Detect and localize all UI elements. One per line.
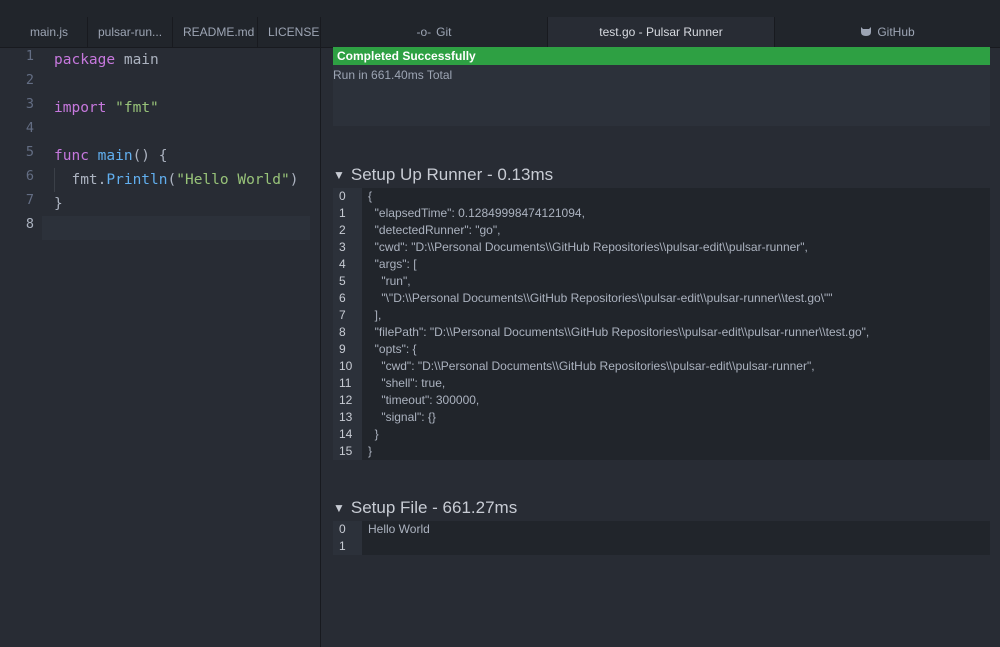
tab-readme[interactable]: README.md [173, 17, 258, 47]
run-status-panel: Completed Successfully Run in 661.40ms T… [333, 47, 990, 126]
collapse-triangle-icon: ▼ [333, 168, 345, 182]
total-runtime: Run in 661.40ms Total [333, 68, 453, 82]
tab-github[interactable]: GitHub [775, 17, 1000, 47]
line-number: 7 [25, 192, 34, 208]
line-number-active: 8 [25, 216, 34, 232]
octocat-icon [860, 17, 872, 47]
line-number: 4 [25, 120, 34, 136]
editor-tab-bar: main.js pulsar-run... README.md LICENSE.… [0, 17, 320, 48]
status-badge: Completed Successfully [333, 47, 990, 65]
tab-pulsar-runner-output[interactable]: test.go - Pulsar Runner [548, 17, 775, 47]
runner-tab-bar: -o- Git test.go - Pulsar Runner GitHub [321, 17, 1000, 48]
section-header-file[interactable]: ▼ Setup File - 661.27ms [333, 498, 517, 518]
line-number: 6 [25, 168, 34, 184]
cursor-line-highlight [42, 216, 310, 240]
tab-git[interactable]: -o- Git [321, 17, 548, 47]
code-line: func main() { [54, 148, 168, 164]
tab-main-js[interactable]: main.js [0, 17, 88, 47]
line-number: 2 [25, 72, 34, 88]
code-line: } [54, 196, 63, 212]
line-number: 1 [25, 48, 34, 64]
git-commit-icon: -o- [416, 25, 432, 39]
runner-output-block: 0{ 1 "elapsedTime": 0.12849998474121094,… [333, 188, 990, 460]
file-output-block: 0 Hello World 1 [333, 521, 990, 555]
section-header-runner[interactable]: ▼ Setup Up Runner - 0.13ms [333, 165, 553, 185]
editor-pane: main.js pulsar-run... README.md LICENSE.… [0, 17, 321, 647]
code-line: import "fmt" [54, 100, 159, 116]
code-editor[interactable]: 1 2 3 4 5 6 7 8 package main import "fmt… [0, 48, 320, 647]
tab-license[interactable]: LICENSE.md [258, 17, 320, 47]
code-line: fmt.Println("Hello World") [71, 172, 299, 188]
line-number: 5 [25, 144, 34, 160]
line-number-gutter: 1 2 3 4 5 6 7 8 [0, 48, 42, 647]
collapse-triangle-icon: ▼ [333, 501, 345, 515]
runner-pane: -o- Git test.go - Pulsar Runner GitHub Co… [321, 17, 1000, 647]
output-gutter [333, 521, 362, 555]
title-bar [0, 0, 1000, 17]
tab-pulsar-runner[interactable]: pulsar-run... [88, 17, 173, 47]
line-number: 3 [25, 96, 34, 112]
code-line: package main [54, 52, 159, 68]
